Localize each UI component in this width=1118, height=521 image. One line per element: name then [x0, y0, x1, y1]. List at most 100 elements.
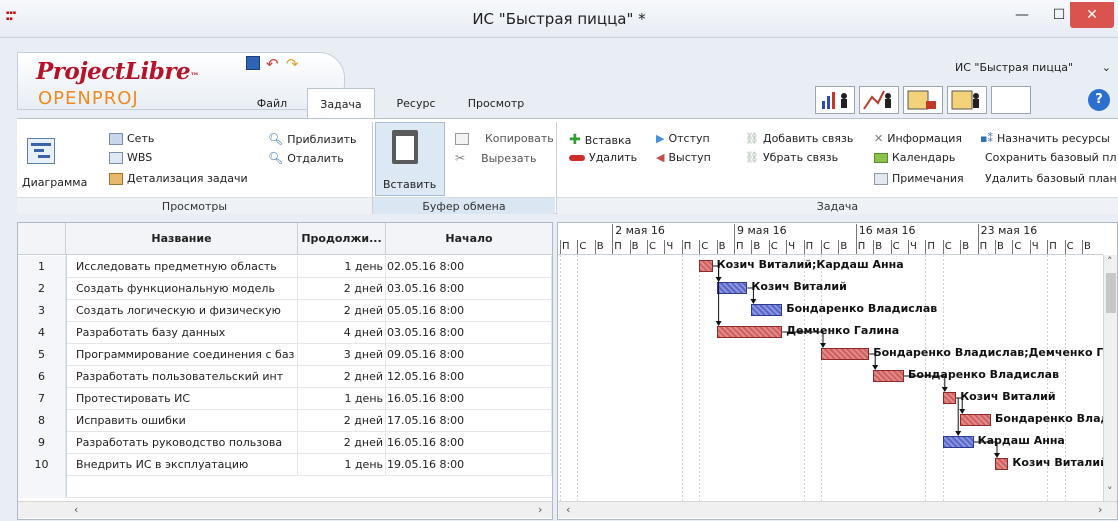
row-number[interactable]: 5	[18, 344, 66, 366]
gantt-vertical-scrollbar[interactable]: ˄ ˅	[1103, 255, 1117, 501]
table-row[interactable]: 10 Внедрить ИС в эксплуатацию 1 день 19.05.…	[18, 454, 552, 476]
task-name-cell[interactable]: Протестировать ИС	[66, 388, 298, 410]
zoom-out-button[interactable]: 🔍︎ Отдалить	[268, 151, 344, 165]
scroll-right-icon[interactable]: ›	[1098, 503, 1102, 516]
add-link-button[interactable]: ⛓ Добавить связь	[745, 132, 853, 145]
grid-header-duration[interactable]: Продолжи...	[298, 223, 386, 255]
task-start-cell[interactable]: 16.05.16 8:00	[386, 432, 552, 454]
task-duration-cell[interactable]: 2 дней	[298, 278, 386, 300]
gantt-horizontal-scrollbar[interactable]: ‹ ›	[558, 501, 1117, 518]
task-duration-cell[interactable]: 2 дней	[298, 300, 386, 322]
grid-header-name[interactable]: Название	[66, 223, 298, 255]
row-number[interactable]: 4	[18, 322, 66, 344]
task-name-cell[interactable]: Разработать пользовательский инт	[66, 366, 298, 388]
chart-icon[interactable]	[815, 86, 855, 114]
zoom-in-button[interactable]: 🔍︎ Приблизить	[268, 132, 357, 146]
task-start-cell[interactable]: 02.05.16 8:00	[386, 256, 552, 278]
redo-icon[interactable]: ↷	[286, 55, 299, 73]
task-name-cell[interactable]: Создать функциональную модель	[66, 278, 298, 300]
table-row[interactable]: 2 Создать функциональную модель 2 дней 03.0…	[18, 278, 552, 300]
table-row[interactable]: 1 Исследовать предметную область 1 день 02.…	[18, 256, 552, 278]
help-icon[interactable]: ?	[1088, 89, 1110, 111]
task-start-cell[interactable]: 09.05.16 8:00	[386, 344, 552, 366]
row-number[interactable]: 2	[18, 278, 66, 300]
task-duration-cell[interactable]: 2 дней	[298, 432, 386, 454]
indent-button[interactable]: ▶ Отступ	[656, 132, 710, 145]
table-row[interactable]: 3 Создать логическую и физическую 2 дней 05…	[18, 300, 552, 322]
notes-button[interactable]: Примечания	[874, 172, 964, 185]
task-start-cell[interactable]: 05.05.16 8:00	[386, 300, 552, 322]
row-number[interactable]: 9	[18, 432, 66, 454]
task-duration-cell[interactable]: 2 дней	[298, 366, 386, 388]
task-detail-button[interactable]: Детализация задачи	[109, 172, 248, 185]
empty-view-button[interactable]	[991, 86, 1031, 114]
wbs-button[interactable]: WBS	[109, 151, 152, 164]
histogram-icon[interactable]	[859, 86, 899, 114]
table-row[interactable]: 9 Разработать руководство пользова 2 дней 1…	[18, 432, 552, 454]
tab-file[interactable]: Файл	[250, 92, 294, 116]
task-duration-cell[interactable]: 1 день	[298, 388, 386, 410]
table-row[interactable]: 5 Программирование соединения с баз 3 дней…	[18, 344, 552, 366]
copy-button[interactable]: Копировать	[455, 132, 554, 145]
task-name-cell[interactable]: Разработать базу данных	[66, 322, 298, 344]
info-button[interactable]: ✕ Информация	[874, 132, 962, 145]
gantt-diagram-icon[interactable]	[27, 138, 55, 164]
delete-button[interactable]: Удалить	[569, 151, 637, 164]
remove-link-button[interactable]: ⛓ Убрать связь	[745, 151, 838, 164]
row-number[interactable]: 1	[18, 256, 66, 278]
task-start-cell[interactable]: 12.05.16 8:00	[386, 366, 552, 388]
grid-header-start[interactable]: Начало	[386, 223, 552, 255]
outdent-button[interactable]: ◀ Выступ	[656, 151, 711, 164]
task-name-cell[interactable]: Внедрить ИС в эксплуатацию	[66, 454, 298, 476]
tab-resource[interactable]: Ресурс	[390, 92, 442, 116]
cut-button[interactable]: ✂ Вырезать	[455, 151, 537, 165]
row-number[interactable]: 6	[18, 366, 66, 388]
scroll-up-icon[interactable]: ˄	[1107, 255, 1113, 268]
task-name-cell[interactable]: Создать логическую и физическую	[66, 300, 298, 322]
assign-resources-button[interactable]: ▪⁑ Назначить ресурсы	[980, 132, 1110, 145]
save-icon[interactable]	[246, 56, 260, 70]
task-name-cell[interactable]: Исследовать предметную область	[66, 256, 298, 278]
task-start-cell[interactable]: 19.05.16 8:00	[386, 454, 552, 476]
scroll-right-icon[interactable]: ›	[538, 503, 542, 516]
delete-baseline-button[interactable]: Удалить базовый план	[985, 172, 1117, 185]
calendar-button[interactable]: Календарь	[874, 151, 955, 164]
table-row[interactable]: 8 Исправить ошибки 2 дней 17.05.16 8:00	[18, 410, 552, 432]
empty-row[interactable]	[18, 476, 552, 498]
task-name-cell[interactable]: Исправить ошибки	[66, 410, 298, 432]
task-duration-cell[interactable]: 1 день	[298, 256, 386, 278]
scrollbar-thumb[interactable]	[1106, 273, 1116, 313]
insert-button[interactable]: ✚ Вставка	[569, 132, 631, 148]
tab-view[interactable]: Просмотр	[460, 92, 532, 116]
usage-icon[interactable]	[903, 86, 943, 114]
scroll-left-icon[interactable]: ‹	[566, 503, 570, 516]
minimize-button[interactable]: —	[1003, 2, 1041, 28]
diagram-button[interactable]: Диаграмма	[22, 176, 87, 189]
task-name-cell[interactable]: Разработать руководство пользова	[66, 432, 298, 454]
network-button[interactable]: Сеть	[109, 132, 154, 145]
task-start-cell[interactable]: 03.05.16 8:00	[386, 278, 552, 300]
task-duration-cell[interactable]: 4 дней	[298, 322, 386, 344]
task-duration-cell[interactable]: 1 день	[298, 454, 386, 476]
task-name-cell[interactable]: Программирование соединения с баз	[66, 344, 298, 366]
task-start-cell[interactable]: 17.05.16 8:00	[386, 410, 552, 432]
grid-header-corner[interactable]	[18, 223, 66, 255]
tab-task[interactable]: Задача	[307, 88, 375, 118]
table-row[interactable]: 4 Разработать базу данных 4 дней 03.05.16 8…	[18, 322, 552, 344]
project-select[interactable]: ИС "Быстрая пицца" ⌄	[955, 58, 1115, 78]
task-duration-cell[interactable]: 3 дней	[298, 344, 386, 366]
table-row[interactable]: 6 Разработать пользовательский инт 2 дней 1…	[18, 366, 552, 388]
row-number[interactable]: 8	[18, 410, 66, 432]
save-baseline-button[interactable]: Сохранить базовый пл	[985, 151, 1117, 164]
grid-horizontal-scrollbar[interactable]: ‹ ›	[18, 501, 552, 518]
scroll-left-icon[interactable]: ‹	[74, 503, 78, 516]
undo-icon[interactable]: ↶	[266, 55, 279, 73]
row-number[interactable]: 7	[18, 388, 66, 410]
row-number[interactable]: 10	[18, 454, 66, 476]
scroll-down-icon[interactable]: ˅	[1107, 485, 1113, 498]
task-start-cell[interactable]: 16.05.16 8:00	[386, 388, 552, 410]
close-button[interactable]: ✕	[1070, 2, 1114, 28]
task-duration-cell[interactable]: 2 дней	[298, 410, 386, 432]
task-start-cell[interactable]: 03.05.16 8:00	[386, 322, 552, 344]
table-row[interactable]: 7 Протестировать ИС 1 день 16.05.16 8:00	[18, 388, 552, 410]
